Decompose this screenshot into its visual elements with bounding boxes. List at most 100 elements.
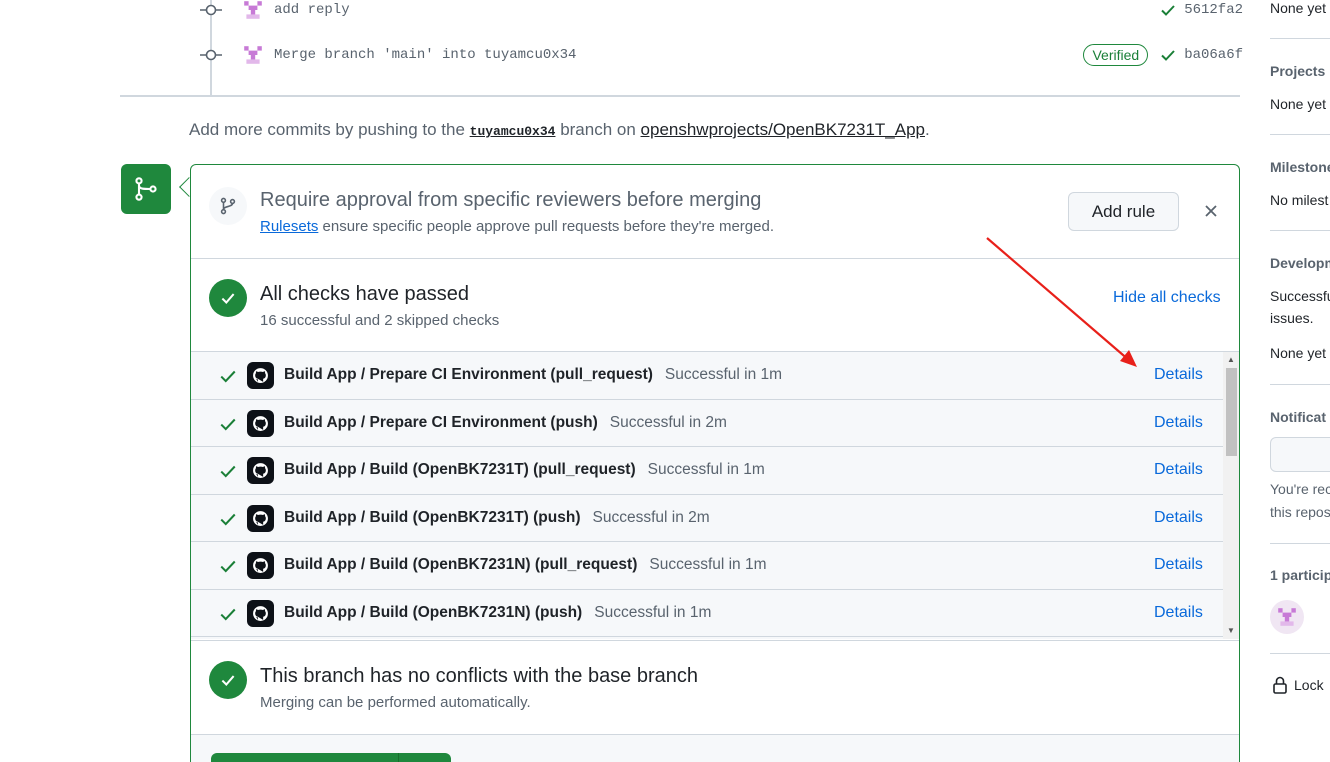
check-row: Build App / Prepare CI Environment (push…	[191, 400, 1223, 447]
close-icon[interactable]	[1199, 199, 1223, 223]
checks-subtitle: 16 successful and 2 skipped checks	[260, 312, 500, 329]
rulesets-link[interactable]: Rulesets	[260, 218, 318, 235]
details-link[interactable]: Details	[1154, 414, 1203, 432]
divider	[120, 95, 1240, 97]
notifications-text: You're rec	[1270, 481, 1330, 497]
check-title: Build App / Prepare CI Environment (pull…	[284, 366, 653, 383]
check-icon	[220, 418, 236, 431]
check-status: Successful in 1m	[594, 603, 712, 621]
lock-conversation-button[interactable]: Lock	[1272, 676, 1324, 694]
divider	[1270, 134, 1330, 135]
milestone-heading[interactable]: Milestone	[1270, 159, 1330, 175]
check-name: Build App / Prepare CI Environment (push…	[284, 414, 727, 432]
check-icon	[220, 560, 236, 573]
git-merge-icon	[121, 164, 171, 214]
check-title: Build App / Prepare CI Environment (push…	[284, 413, 598, 431]
merge-pull-request-button[interactable]	[211, 753, 451, 762]
notifications-heading: Notificat	[1270, 409, 1326, 425]
check-icon	[1161, 50, 1175, 61]
hint-text: Add more commits by pushing to the	[189, 120, 470, 139]
check-icon	[220, 513, 236, 526]
check-title: Build App / Build (OpenBK7231T) (push)	[284, 508, 581, 526]
details-link[interactable]: Details	[1154, 509, 1203, 527]
reviewers-value: None yet	[1270, 0, 1327, 16]
development-heading[interactable]: Developm	[1270, 255, 1330, 271]
details-link[interactable]: Details	[1154, 461, 1203, 479]
check-icon	[1161, 5, 1175, 16]
avatar[interactable]	[242, 44, 264, 66]
check-status: Successful in 1m	[664, 366, 783, 383]
milestone-value: No milest	[1270, 192, 1329, 208]
check-icon	[220, 465, 236, 478]
details-link[interactable]: Details	[1154, 604, 1203, 622]
commit-message[interactable]: Merge branch 'main' into tuyamcu0x34	[274, 47, 576, 63]
repo-link[interactable]: openshwprojects/OpenBK7231T_App	[641, 120, 925, 139]
avatar[interactable]	[242, 0, 264, 21]
add-rule-button[interactable]: Add rule	[1068, 192, 1179, 231]
push-hint: Add more commits by pushing to the tuyam…	[189, 120, 930, 140]
annotation-arrow	[986, 237, 1137, 367]
github-logo-icon	[247, 457, 274, 484]
ruleset-description-text: ensure specific people approve pull requ…	[318, 218, 774, 235]
scroll-up-icon[interactable]: ▲	[1227, 355, 1235, 364]
divider	[1270, 543, 1330, 544]
notifications-text: this repos	[1270, 504, 1330, 520]
check-row: Build App / Build (OpenBK7231N) (push) Su…	[191, 590, 1223, 637]
check-title: Build App / Build (OpenBK7231N) (push)	[284, 603, 583, 621]
ruleset-description: Rulesets ensure specific people approve …	[260, 218, 774, 235]
lock-icon	[1273, 676, 1287, 694]
check-circle-icon	[209, 661, 247, 699]
checks-scrollbar[interactable]: ▲ ▼	[1223, 352, 1239, 639]
scroll-thumb[interactable]	[1226, 368, 1237, 456]
check-title: Build App / Build (OpenBK7231T) (pull_re…	[284, 461, 636, 478]
github-logo-icon	[247, 409, 274, 437]
commit-sha[interactable]: ba06a6f	[1184, 47, 1243, 63]
check-row: Build App / Build (OpenBK7231T) (push) Su…	[191, 495, 1223, 542]
check-row: Build App / Build (OpenBK7231T) (pull_re…	[191, 447, 1223, 495]
commit-row: Merge branch 'main' into tuyamcu0x34 Ver…	[198, 41, 1243, 69]
check-icon	[220, 608, 236, 621]
verified-badge[interactable]: Verified	[1083, 44, 1149, 66]
check-circle-icon	[209, 279, 247, 317]
check-name: Build App / Build (OpenBK7231T) (push) Su…	[284, 509, 710, 527]
github-logo-icon	[247, 362, 274, 389]
github-logo-icon	[247, 552, 274, 579]
commit-message[interactable]: add reply	[274, 2, 350, 18]
no-conflicts-section: This branch has no conflicts with the ba…	[191, 640, 1239, 735]
git-branch-icon	[209, 187, 247, 225]
commit-icon	[198, 42, 224, 68]
participants-heading: 1 particip	[1270, 567, 1330, 583]
development-text: Successfu	[1270, 288, 1330, 304]
commit-sha[interactable]: 5612fa2	[1184, 2, 1243, 18]
scroll-down-icon[interactable]: ▼	[1227, 626, 1235, 635]
commit-icon	[198, 0, 224, 23]
details-link[interactable]: Details	[1154, 366, 1203, 384]
no-conflicts-subtitle: Merging can be performed automatically.	[260, 694, 531, 711]
commit-row: add reply 5612fa2	[198, 0, 1243, 24]
subscribe-button[interactable]	[1270, 437, 1330, 472]
lock-label: Lock	[1294, 677, 1324, 693]
divider	[1270, 38, 1330, 39]
check-title: Build App / Build (OpenBK7231N) (pull_re…	[284, 556, 638, 573]
participant-avatar[interactable]	[1270, 600, 1304, 634]
checks-title: All checks have passed	[260, 283, 470, 305]
check-status: Successful in 1m	[649, 556, 767, 573]
check-status: Successful in 2m	[609, 413, 727, 431]
development-value: None yet	[1270, 345, 1327, 361]
check-name: Build App / Build (OpenBK7231N) (pull_re…	[284, 556, 767, 574]
check-name: Build App / Build (OpenBK7231N) (push) Su…	[284, 604, 711, 622]
ruleset-title: Require approval from specific reviewers…	[260, 189, 762, 211]
divider	[1270, 384, 1330, 385]
check-status: Successful in 1m	[647, 461, 765, 478]
check-row: Build App / Build (OpenBK7231N) (pull_re…	[191, 542, 1223, 590]
check-name: Build App / Prepare CI Environment (pull…	[284, 366, 782, 384]
no-conflicts-title: This branch has no conflicts with the ba…	[260, 665, 699, 687]
branch-link[interactable]: tuyamcu0x34	[470, 124, 556, 139]
divider	[1270, 653, 1330, 654]
divider	[1270, 230, 1330, 231]
check-status: Successful in 2m	[592, 508, 710, 526]
details-link[interactable]: Details	[1154, 556, 1203, 574]
projects-heading[interactable]: Projects	[1270, 63, 1325, 79]
checks-list[interactable]: Build App / Prepare CI Environment (pull…	[191, 352, 1223, 639]
merge-options-divider	[398, 753, 399, 762]
